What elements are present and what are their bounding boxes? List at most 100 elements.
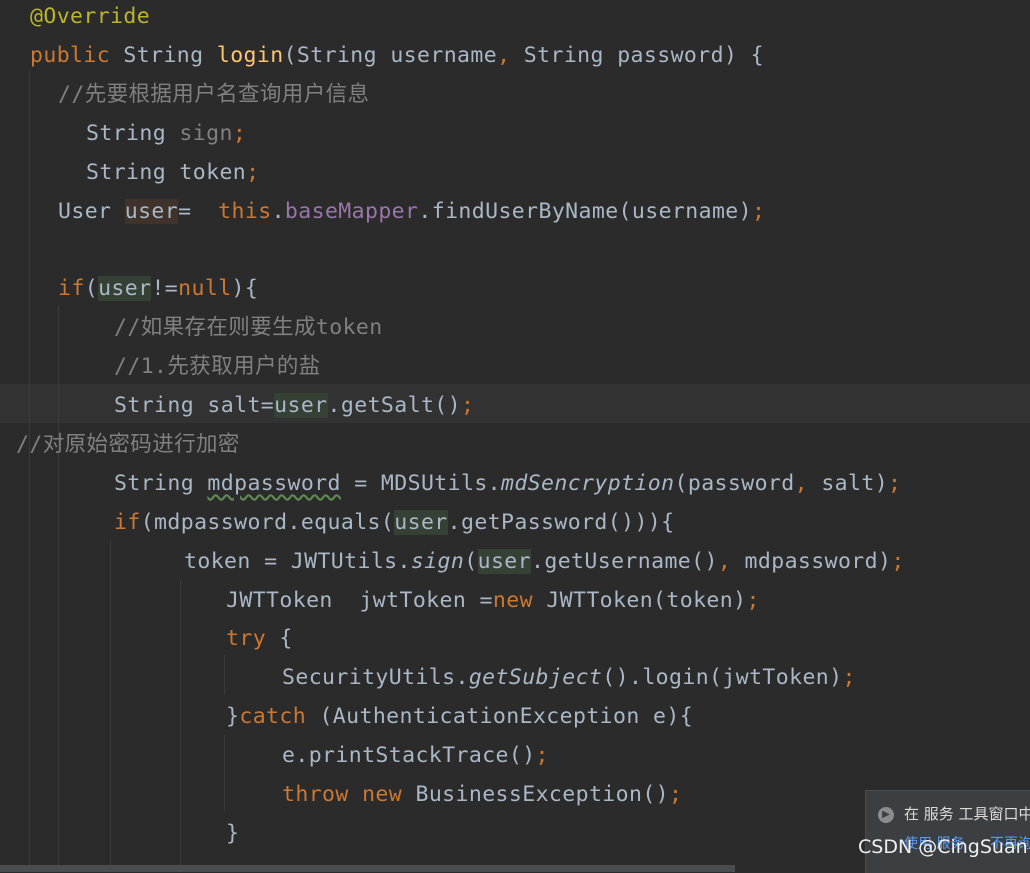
code-token: }: [226, 820, 240, 846]
code-token: new: [492, 587, 547, 613]
code-token: this: [218, 198, 272, 224]
code-token: ;: [746, 587, 760, 613]
code-token: String salt=: [114, 393, 275, 418]
indent-guide: [58, 305, 59, 872]
code-token: getSubject: [468, 665, 603, 691]
code-line[interactable]: JWTToken jwtToken =new JWTToken(token);: [226, 581, 760, 620]
horizontal-scrollbar[interactable]: [0, 865, 735, 872]
code-token: SecurityUtils.: [282, 665, 469, 691]
watermark: CSDN @CingSuan: [858, 836, 1028, 858]
code-token: ;: [842, 665, 856, 691]
code-line[interactable]: //1.先获取用户的盐: [114, 347, 321, 386]
code-token: .getPassword())){: [447, 509, 675, 535]
code-token: (String username: [283, 42, 498, 68]
code-token: (mdpassword.equals(: [140, 509, 395, 535]
code-token: null: [178, 276, 232, 302]
code-token: sign: [179, 120, 233, 146]
play-icon: ▶: [878, 807, 894, 823]
code-line[interactable]: User user= this.baseMapper.findUserByNam…: [58, 192, 765, 231]
code-line[interactable]: String token;: [86, 153, 260, 192]
code-token: user: [274, 393, 328, 418]
code-token: //如果存在则要生成token: [114, 315, 383, 341]
code-token: String token: [86, 159, 247, 185]
code-token: login: [216, 42, 284, 68]
indent-guide: [110, 540, 111, 872]
code-token: @Override: [30, 4, 151, 29]
code-line[interactable]: @Override: [30, 0, 150, 36]
code-token: user: [98, 276, 152, 302]
code-token: String: [86, 120, 180, 146]
code-token: ;: [535, 743, 549, 769]
code-token: baseMapper: [284, 198, 419, 224]
code-token: public: [30, 42, 124, 68]
code-token: }: [226, 704, 240, 730]
code-token: {: [279, 626, 293, 652]
code-token: if: [114, 509, 141, 535]
code-line[interactable]: String mdpassword = MDSUtils.mdSencrypti…: [114, 464, 901, 503]
code-token: ;: [669, 782, 683, 807]
indent-guide: [224, 735, 225, 810]
code-token: if: [58, 276, 85, 302]
code-line[interactable]: throw new BusinessException();: [282, 775, 682, 814]
code-token: String password) {: [523, 42, 764, 68]
code-line[interactable]: try {: [226, 619, 293, 658]
code-token: token = JWTUtils.: [184, 548, 411, 574]
code-line[interactable]: //如果存在则要生成token: [114, 308, 383, 347]
code-line[interactable]: public String login(String username, Str…: [30, 36, 764, 75]
code-token: mdSencryption: [501, 470, 675, 496]
code-token: mdpassword: [207, 470, 341, 496]
code-line[interactable]: }: [226, 814, 239, 853]
code-token: ){: [231, 276, 259, 302]
code-token: (AuthenticationException e){: [319, 704, 694, 730]
code-line[interactable]: //先要根据用户名查询用户信息: [58, 75, 369, 114]
code-line[interactable]: }catch (AuthenticationException e){: [226, 697, 693, 736]
code-token: ,: [794, 470, 822, 496]
indent-guide: [29, 70, 30, 872]
code-token: user: [394, 509, 448, 535]
code-token: (: [464, 548, 478, 574]
notification-text: 在 服务 工具窗口中: [904, 805, 1030, 823]
indent-guide: [180, 580, 181, 872]
code-token: ;: [246, 159, 260, 185]
code-token: e.printStackTrace(): [282, 743, 536, 769]
code-token: !=: [151, 276, 179, 302]
code-token: JWTToken jwtToken =: [226, 587, 493, 613]
code-token: ;: [751, 198, 766, 224]
code-token: .findUserByName(username): [418, 198, 752, 224]
code-token: (password: [674, 470, 795, 496]
code-token: //对原始密码进行加密: [16, 431, 240, 457]
code-token: //先要根据用户名查询用户信息: [58, 81, 370, 107]
indent-guide: [224, 655, 225, 695]
code-line[interactable]: String sign;: [86, 114, 246, 153]
code-token: salt): [821, 470, 889, 496]
code-line[interactable]: SecurityUtils.getSubject().login(jwtToke…: [282, 658, 856, 697]
code-token: .getUsername(): [531, 548, 718, 574]
code-token: (: [84, 276, 99, 302]
code-token: JWTToken(token): [546, 587, 747, 613]
code-token: ,: [497, 42, 524, 68]
code-token: .: [271, 198, 285, 224]
services-notification-popup[interactable]: ▶ 在 服务 工具窗口中 使用 服务 不再询问: [865, 790, 1030, 873]
code-line[interactable]: token = JWTUtils.sign(user.getUsername()…: [184, 542, 905, 581]
code-editor[interactable]: @Override public String login(String user…: [0, 0, 1030, 872]
code-line[interactable]: if(user!=null){: [58, 269, 258, 308]
code-token: ;: [460, 393, 475, 418]
code-token: .getSalt(): [327, 393, 461, 418]
code-token: =: [178, 198, 219, 224]
code-token: new: [362, 782, 416, 807]
code-token: throw: [282, 782, 363, 807]
code-line[interactable]: String salt=user.getSalt();: [114, 386, 474, 425]
code-token: try: [226, 626, 280, 652]
code-line[interactable]: if(mdpassword.equals(user.getPassword())…: [114, 503, 675, 542]
code-token: String: [114, 470, 208, 496]
code-token: ;: [891, 548, 905, 574]
code-line[interactable]: e.printStackTrace();: [282, 736, 549, 775]
code-token: catch: [239, 704, 320, 730]
code-token: ;: [888, 470, 902, 496]
code-token: ,: [717, 548, 745, 574]
code-line[interactable]: //对原始密码进行加密: [16, 425, 240, 464]
code-token: User: [58, 198, 125, 224]
code-token: user: [124, 198, 179, 224]
code-token: //1.先获取用户的盐: [114, 354, 321, 380]
code-token: = MDSUtils.: [340, 470, 502, 496]
